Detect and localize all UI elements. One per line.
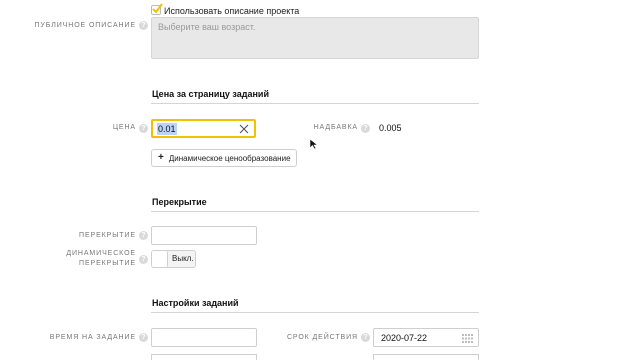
toggle-state-label: Выкл. bbox=[172, 254, 194, 263]
help-icon[interactable]: ? bbox=[361, 124, 370, 133]
dynamic-pricing-label: Динамическое ценообразование bbox=[168, 153, 291, 163]
time-per-task-label: ВРЕМЯ НА ЗАДАНИЕ bbox=[49, 334, 136, 341]
dynamic-pricing-button[interactable]: + Динамическое ценообразование bbox=[151, 149, 297, 167]
price-input[interactable]: 0.01 bbox=[151, 119, 256, 138]
use-description-label: Использовать описание проекта bbox=[164, 6, 300, 16]
calendar-icon[interactable] bbox=[462, 334, 473, 343]
section-divider bbox=[151, 312, 479, 313]
dynamic-overlap-label-line2: ПЕРЕКРЫТИЕ bbox=[79, 260, 136, 267]
plus-icon: + bbox=[158, 152, 164, 163]
help-icon[interactable]: ? bbox=[139, 333, 148, 342]
checkmark-icon bbox=[152, 3, 163, 14]
mouse-cursor-icon bbox=[309, 138, 319, 150]
help-icon[interactable]: ? bbox=[139, 21, 148, 30]
overlap-input[interactable] bbox=[151, 226, 257, 245]
use-description-checkbox[interactable] bbox=[151, 3, 163, 15]
time-per-task-input[interactable] bbox=[151, 328, 257, 347]
help-icon[interactable]: ? bbox=[139, 231, 148, 240]
price-section-title: Цена за страницу заданий bbox=[152, 89, 269, 99]
dynamic-overlap-toggle[interactable]: Выкл. bbox=[151, 250, 196, 268]
validity-date-value: 2020-07-22 bbox=[381, 333, 428, 343]
section-divider bbox=[151, 103, 479, 104]
public-description-placeholder: Выберите ваш возраст. bbox=[158, 22, 256, 32]
markup-label: НАДБАВКА bbox=[313, 124, 358, 131]
overlap-section-title: Перекрытие bbox=[152, 197, 207, 207]
toggle-knob bbox=[152, 251, 168, 267]
price-input-value: 0.01 bbox=[157, 123, 177, 135]
overlap-label: ПЕРЕКРЫТИЕ bbox=[79, 232, 136, 239]
help-icon[interactable]: ? bbox=[139, 124, 148, 133]
clear-icon[interactable] bbox=[239, 124, 249, 134]
markup-value: 0.005 bbox=[379, 123, 402, 133]
next-row-input-partial[interactable] bbox=[151, 354, 257, 360]
validity-date-input[interactable]: 2020-07-22 bbox=[373, 328, 479, 347]
help-icon[interactable]: ? bbox=[139, 255, 148, 264]
price-label: ЦЕНА bbox=[112, 124, 136, 131]
public-description-textarea[interactable]: Выберите ваш возраст. bbox=[151, 17, 479, 59]
validity-label: СРОК ДЕЙСТВИЯ bbox=[286, 334, 358, 341]
dynamic-overlap-label-line1: ДИНАМИЧЕСКОЕ bbox=[66, 250, 136, 257]
task-settings-title: Настройки заданий bbox=[152, 298, 239, 308]
next-row-input-partial[interactable] bbox=[373, 354, 479, 360]
section-divider bbox=[151, 211, 479, 212]
public-description-label: ПУБЛИЧНОЕ ОПИСАНИЕ bbox=[34, 22, 136, 29]
help-icon[interactable]: ? bbox=[361, 333, 370, 342]
